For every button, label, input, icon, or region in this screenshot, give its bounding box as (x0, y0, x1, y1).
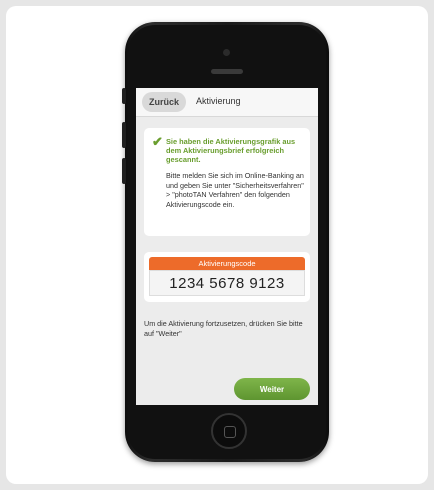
front-camera (223, 49, 230, 56)
navigation-bar: Zurück Aktivierung (136, 88, 318, 117)
page-title: Aktivierung (196, 96, 241, 106)
next-button[interactable]: Weiter (234, 378, 310, 400)
check-icon: ✔ (152, 134, 163, 149)
activation-code-box: Aktivierungscode 1234 5678 9123 (144, 252, 310, 302)
success-message: Sie haben die Aktivierungsgrafik aus dem… (166, 137, 296, 164)
volume-down-button (122, 158, 126, 184)
earpiece-speaker (211, 69, 243, 74)
home-square-icon (224, 426, 236, 438)
home-button-icon[interactable] (211, 413, 247, 449)
activation-code-header: Aktivierungscode (149, 257, 305, 270)
activation-code-value: 1234 5678 9123 (149, 270, 305, 296)
instruction-text: Um die Aktivierung fortzusetzen, drücken… (144, 319, 303, 338)
phone-frame: Zurück Aktivierung ✔ Sie haben die Aktiv… (122, 22, 329, 462)
mute-switch (122, 88, 126, 104)
volume-up-button (122, 122, 126, 148)
message-box: ✔ Sie haben die Aktivierungsgrafik aus d… (144, 128, 310, 236)
app-screen: Zurück Aktivierung ✔ Sie haben die Aktiv… (136, 88, 318, 405)
info-message: Bitte melden Sie sich im Online-Banking … (166, 171, 304, 209)
back-button[interactable]: Zurück (142, 92, 186, 112)
